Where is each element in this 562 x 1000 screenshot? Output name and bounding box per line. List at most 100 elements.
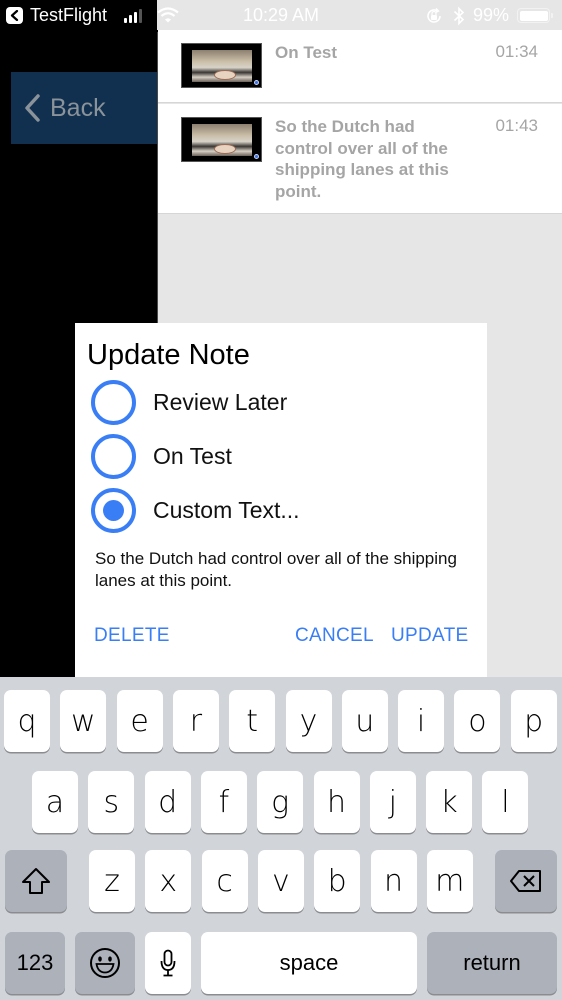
delete-button[interactable]: DELETE [94, 625, 170, 647]
key-l[interactable]: l [482, 771, 529, 833]
battery-icon [517, 8, 550, 23]
key-q[interactable]: q [4, 690, 50, 752]
note-row[interactable]: On Test 01:34 [158, 30, 562, 103]
numbers-key-label: 123 [16, 950, 54, 975]
key-label: c [216, 863, 233, 899]
key-label: h [326, 784, 346, 820]
note-row[interactable]: So the Dutch had control over all of the… [158, 104, 562, 214]
key-g[interactable]: g [257, 771, 304, 833]
option-label: Review Later [153, 388, 288, 415]
key-y[interactable]: y [285, 690, 332, 752]
radio-button-selected[interactable] [91, 487, 136, 533]
dialog-title: Update Note [87, 339, 250, 371]
return-key-label: return [463, 950, 521, 975]
key-label: m [435, 863, 465, 899]
battery-percent: 99% [473, 5, 510, 25]
update-note-dialog: Update Note Review Later On Test Custom … [75, 323, 487, 677]
key-s[interactable]: s [88, 771, 135, 833]
key-label: w [71, 703, 96, 739]
key-c[interactable]: c [201, 850, 248, 912]
key-label: o [468, 703, 487, 739]
back-button[interactable]: Back [11, 72, 157, 144]
backspace-icon [510, 870, 541, 892]
key-label: k [440, 784, 458, 820]
back-button-label: Back [50, 93, 106, 122]
key-label: f [218, 784, 230, 820]
key-label: s [103, 784, 120, 820]
note-text: On Test [275, 43, 338, 62]
key-label: b [327, 863, 347, 899]
key-label: i [416, 703, 426, 739]
note-text: So the Dutch had control over all of the… [275, 117, 449, 201]
video-thumbnail [181, 117, 262, 162]
key-label: g [271, 784, 290, 820]
radio-button[interactable] [91, 379, 136, 425]
rotation-lock-icon [427, 8, 441, 23]
key-o[interactable]: o [454, 690, 501, 752]
key-m[interactable]: m [426, 850, 473, 912]
key-label: j [388, 784, 397, 820]
space-key[interactable]: space [201, 932, 417, 994]
key-j[interactable]: j [369, 771, 416, 833]
update-button[interactable]: UPDATE [391, 625, 468, 647]
key-label: x [159, 863, 178, 899]
thumbnail-badge-icon [254, 154, 259, 159]
numbers-key[interactable]: 123 [5, 932, 65, 994]
video-thumbnail [181, 43, 262, 88]
option-label: On Test [153, 442, 232, 469]
thumbnail-badge-icon [254, 80, 259, 85]
key-x[interactable]: x [145, 850, 192, 912]
key-label: q [17, 703, 37, 739]
key-label: r [189, 703, 203, 739]
emoji-key[interactable] [75, 932, 135, 994]
bluetooth-icon [453, 6, 465, 26]
key-k[interactable]: k [426, 771, 473, 833]
key-label: y [299, 703, 318, 739]
key-a[interactable]: a [32, 771, 78, 833]
key-label: v [272, 863, 290, 899]
key-e[interactable]: e [116, 690, 163, 752]
key-d[interactable]: d [144, 771, 191, 833]
return-key[interactable]: return [427, 932, 557, 994]
key-p[interactable]: p [510, 690, 557, 752]
key-t[interactable]: t [229, 690, 276, 752]
key-b[interactable]: b [314, 850, 361, 912]
key-v[interactable]: v [257, 850, 304, 912]
key-label: z [104, 863, 120, 899]
key-label: n [383, 863, 403, 899]
key-r[interactable]: r [172, 690, 219, 752]
key-label: t [246, 703, 259, 739]
key-i[interactable]: i [398, 690, 445, 752]
shift-icon [22, 868, 50, 894]
option-label: Custom Text... [153, 496, 300, 523]
microphone-icon [160, 949, 176, 977]
battery-nub [551, 13, 553, 18]
key-label: e [130, 703, 149, 739]
radio-button[interactable] [91, 433, 136, 479]
key-u[interactable]: u [341, 690, 388, 752]
key-z[interactable]: z [89, 850, 135, 912]
key-label: p [524, 703, 544, 739]
emoji-icon [90, 948, 120, 978]
option-review-later[interactable]: Review Later [91, 379, 471, 425]
cancel-button[interactable]: CANCEL [295, 625, 374, 647]
shift-key[interactable] [5, 850, 67, 912]
keyboard: 123 space return qwe r t y u i o p a s d f gh j k l z x c v… [0, 677, 562, 1000]
key-label: d [158, 784, 178, 820]
key-label: u [355, 703, 375, 739]
key-w[interactable]: w [60, 690, 107, 752]
key-label: l [501, 784, 510, 820]
chevron-left-icon [25, 94, 40, 122]
option-custom-text[interactable]: Custom Text... [91, 487, 471, 533]
note-timestamp: 01:34 [495, 42, 538, 61]
custom-text-field[interactable]: So the Dutch had control over all of the… [95, 548, 467, 591]
key-n[interactable]: n [370, 850, 417, 912]
option-on-test[interactable]: On Test [91, 433, 471, 479]
key-f[interactable]: f [200, 771, 247, 833]
dictation-key[interactable] [145, 932, 191, 994]
space-key-label: space [279, 950, 339, 975]
key-h[interactable]: h [313, 771, 360, 833]
delete-key[interactable] [495, 850, 557, 912]
key-label: a [45, 784, 65, 820]
note-timestamp: 01:43 [495, 116, 538, 135]
